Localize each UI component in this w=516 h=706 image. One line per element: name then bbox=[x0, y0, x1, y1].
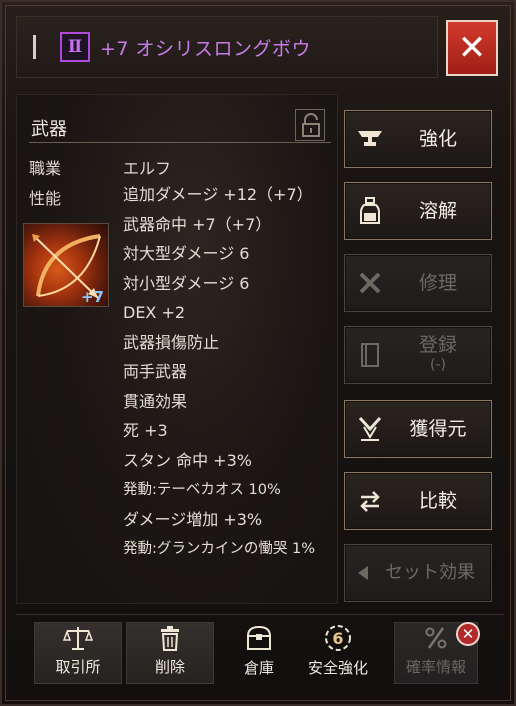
safe-enhance-label: 安全強化 bbox=[307, 659, 368, 677]
anvil-icon bbox=[345, 110, 395, 168]
stat-line: ダメージ増加 +3% bbox=[123, 509, 263, 529]
book-icon bbox=[345, 326, 395, 384]
grade-badge-icon: Ⅱ bbox=[60, 32, 90, 62]
exchange-label: 取引所 bbox=[55, 658, 101, 676]
scales-icon bbox=[62, 623, 94, 652]
register-button[interactable]: 登録 (-) bbox=[344, 326, 492, 384]
warehouse-button[interactable]: 倉庫 bbox=[228, 622, 290, 684]
chest-icon bbox=[244, 623, 274, 653]
compare-label: 比較 bbox=[418, 490, 457, 512]
header-divider bbox=[33, 35, 36, 59]
register-count: (-) bbox=[430, 357, 446, 373]
enhance-label: 強化 bbox=[418, 128, 457, 150]
triangle-left-icon bbox=[345, 544, 381, 602]
enhance-level-label: +7 bbox=[80, 288, 104, 306]
safe-enhance-count: 6 bbox=[332, 629, 343, 648]
register-label: 登録 (-) bbox=[395, 335, 491, 375]
repair-label: 修理 bbox=[418, 272, 457, 294]
percent-icon bbox=[423, 623, 449, 652]
stat-line: 追加ダメージ +12（+7） bbox=[123, 185, 313, 204]
stat-line: 発動:テーベカオス 10% bbox=[123, 482, 281, 498]
dissolve-label: 溶解 bbox=[418, 200, 457, 222]
class-label: 職業 bbox=[29, 159, 62, 178]
item-name: +7 オシリスロングボウ bbox=[100, 37, 312, 60]
delete-label: 削除 bbox=[154, 658, 185, 676]
exchange-button[interactable]: 取引所 bbox=[34, 622, 122, 684]
stat-list: 追加ダメージ +12（+7） 武器命中 +7（+7） 対大型ダメージ 6 対小型… bbox=[123, 185, 337, 569]
lock-icon[interactable] bbox=[295, 109, 325, 141]
stat-line: 対小型ダメージ 6 bbox=[123, 273, 250, 293]
warehouse-label: 倉庫 bbox=[243, 659, 274, 677]
repair-button[interactable]: 修理 bbox=[344, 254, 492, 312]
item-detail-window: Ⅱ +7 オシリスロングボウ ✕ 武器 職業 エルフ 性能 +7 追加ダメージ … bbox=[0, 0, 516, 706]
close-button[interactable]: ✕ bbox=[446, 20, 498, 76]
performance-label: 性能 bbox=[29, 189, 62, 208]
swap-arrows-icon bbox=[345, 472, 395, 530]
stat-line: 対大型ダメージ 6 bbox=[123, 244, 250, 263]
stat-line: 武器命中 +7（+7） bbox=[123, 214, 272, 234]
item-header: Ⅱ +7 オシリスロングボウ bbox=[16, 16, 438, 78]
dissolve-button[interactable]: 溶解 bbox=[344, 182, 492, 240]
safe-enhance-button[interactable]: 6 安全強化 bbox=[300, 622, 376, 684]
stat-line: 発動:グランカインの慟哭 1% bbox=[123, 541, 315, 557]
set-effect-label: セット効果 bbox=[385, 562, 475, 583]
stat-line: 貫通効果 bbox=[123, 391, 188, 411]
compare-button[interactable]: 比較 bbox=[344, 472, 492, 530]
category-row: 武器 bbox=[29, 109, 331, 143]
item-category: 武器 bbox=[31, 119, 67, 140]
potion-bottle-icon bbox=[345, 182, 395, 240]
stat-line: DEX +2 bbox=[123, 303, 186, 322]
tools-icon bbox=[345, 254, 395, 312]
set-effect-button[interactable]: セット効果 bbox=[344, 544, 492, 602]
register-text: 登録 bbox=[418, 334, 457, 356]
stat-line: 死 +3 bbox=[123, 421, 168, 440]
bottom-divider bbox=[16, 614, 504, 615]
probability-label: 確率情報 bbox=[405, 658, 466, 676]
class-value: エルフ bbox=[123, 159, 172, 178]
stat-line: スタン 命中 +3% bbox=[123, 450, 252, 470]
enhance-button[interactable]: 強化 bbox=[344, 110, 492, 168]
longbow-icon: +7 bbox=[23, 223, 109, 307]
delete-button[interactable]: 削除 bbox=[126, 622, 214, 684]
source-label: 獲得元 bbox=[409, 418, 467, 440]
stat-line: 武器損傷防止 bbox=[123, 332, 220, 352]
source-button[interactable]: 獲得元 bbox=[344, 400, 492, 458]
trash-icon bbox=[158, 623, 182, 652]
stat-line: 両手武器 bbox=[123, 362, 188, 381]
item-info-panel: 武器 職業 エルフ 性能 +7 追加ダメージ +12（+7） 武器命中 +7（+… bbox=[16, 94, 338, 604]
safe-enhance-icon: 6 bbox=[322, 623, 354, 653]
source-emblem-icon bbox=[345, 400, 395, 458]
close-badge-icon[interactable]: ✕ bbox=[456, 622, 480, 646]
